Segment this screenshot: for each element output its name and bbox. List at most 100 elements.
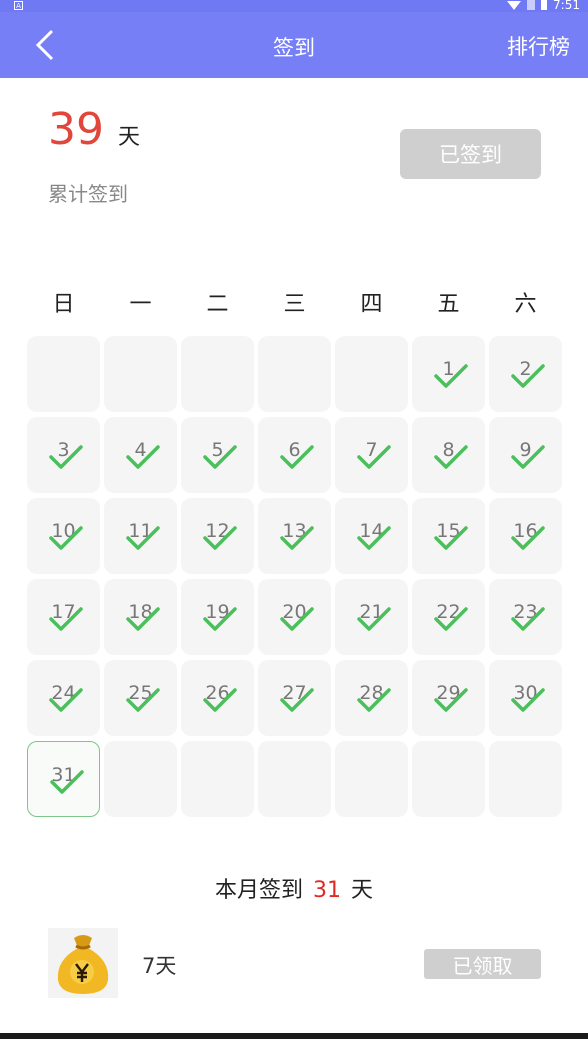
weekday-label: 三 [283,292,306,317]
calendar-day-cell[interactable]: 23 [489,579,562,655]
calendar-day-cell[interactable]: 28 [335,660,408,736]
calendar-day-cell[interactable]: 1 [412,336,485,412]
status-icons: 7:51 [507,0,580,12]
checkmark-icon [434,445,468,469]
wifi-icon [507,0,522,10]
checkmark-icon [434,688,468,712]
calendar-day-cell[interactable]: 16 [489,498,562,574]
calendar-empty-cell [104,336,177,412]
checkmark-icon [280,607,314,631]
calendar-day-cell[interactable]: 6 [258,417,331,493]
calendar-day-cell[interactable]: 15 [412,498,485,574]
calendar-day-cell[interactable]: 13 [258,498,331,574]
checkmark-icon [49,688,83,712]
calendar-empty-cell [181,336,254,412]
checkmark-icon [511,607,545,631]
reward-row: 7天 已领取 [0,928,588,1000]
calendar-day-cell[interactable]: 26 [181,660,254,736]
calendar-day-cell[interactable]: 20 [258,579,331,655]
weekday-label: 六 [514,292,537,317]
total-checkin-unit: 天 [118,125,141,150]
weekday-label: 日 [52,292,75,317]
checkmark-icon [49,526,83,550]
weekday-label: 五 [437,292,460,317]
calendar-empty-cell [335,741,408,817]
checkmark-icon [357,445,391,469]
checkmark-icon [357,526,391,550]
weekday-header: 日一二三四五六 [25,286,565,318]
status-time: 7:51 [553,0,580,12]
weekday-label: 四 [360,292,383,317]
checkmark-icon [50,770,84,794]
checkmark-icon [126,688,160,712]
calendar-day-cell[interactable]: 25 [104,660,177,736]
calendar-day-cell[interactable]: 24 [27,660,100,736]
month-checkin-summary: 本月签到 31 天 [0,872,588,904]
checkmark-icon [511,526,545,550]
calendar-empty-cell [258,741,331,817]
calendar-empty-cell [104,741,177,817]
notification-a-icon: A [14,1,23,10]
calendar-day-cell[interactable]: 29 [412,660,485,736]
signed-button[interactable]: 已签到 [400,129,541,179]
checkmark-icon [357,688,391,712]
status-bar: A 7:51 [0,0,588,12]
checkmark-icon [203,445,237,469]
calendar-empty-cell [412,741,485,817]
calendar-day-cell[interactable]: 3 [27,417,100,493]
ranking-button[interactable]: 排行榜 [507,31,570,61]
checkmark-icon [511,445,545,469]
checkmark-icon [511,364,545,388]
checkmark-icon [49,445,83,469]
calendar-empty-cell [27,336,100,412]
calendar-day-cell[interactable]: 17 [27,579,100,655]
calendar-day-cell[interactable]: 18 [104,579,177,655]
money-bag-icon [48,928,118,998]
month-checkin-unit: 天 [351,878,374,903]
calendar-empty-cell [489,741,562,817]
battery-icon [541,0,548,10]
calendar-day-cell[interactable]: 19 [181,579,254,655]
month-checkin-count: 31 [313,878,341,903]
checkmark-icon [203,688,237,712]
checkmark-icon [280,445,314,469]
checkmark-icon [434,364,468,388]
checkmark-icon [434,526,468,550]
total-checkin: 39 天 [48,104,140,155]
sim-icon [527,0,536,10]
bottom-edge [0,1033,588,1039]
calendar-empty-cell [258,336,331,412]
calendar-day-cell[interactable]: 10 [27,498,100,574]
total-checkin-label: 累计签到 [48,182,128,206]
checkmark-icon [126,607,160,631]
checkmark-icon [511,688,545,712]
calendar-day-cell[interactable]: 31 [27,741,100,817]
weekday-label: 一 [129,292,152,317]
checkmark-icon [357,607,391,631]
month-checkin-prefix: 本月签到 [214,878,303,903]
reward-label: 7天 [142,954,177,978]
calendar-day-cell[interactable]: 22 [412,579,485,655]
calendar-day-cell[interactable]: 30 [489,660,562,736]
calendar-empty-cell [181,741,254,817]
calendar-day-cell[interactable]: 5 [181,417,254,493]
checkmark-icon [203,526,237,550]
reward-claimed-button[interactable]: 已领取 [424,949,541,979]
total-checkin-count: 39 [48,104,104,155]
calendar-day-cell[interactable]: 12 [181,498,254,574]
calendar-day-cell[interactable]: 14 [335,498,408,574]
checkmark-icon [280,526,314,550]
calendar-day-cell[interactable]: 4 [104,417,177,493]
calendar-day-cell[interactable]: 2 [489,336,562,412]
calendar-day-cell[interactable]: 11 [104,498,177,574]
calendar-day-cell[interactable]: 8 [412,417,485,493]
calendar-day-cell[interactable]: 21 [335,579,408,655]
calendar-day-cell[interactable]: 7 [335,417,408,493]
calendar-empty-cell [335,336,408,412]
app-bar: 签到 排行榜 [0,12,588,78]
calendar-day-cell[interactable]: 9 [489,417,562,493]
checkmark-icon [126,445,160,469]
page-title: 签到 [273,36,315,60]
calendar-day-cell[interactable]: 27 [258,660,331,736]
calendar-grid: 1 2 3 4 5 6 7 8 9 10 11 12 13 14 15 16 17 18 19 20 21 22 23 24 2… [25,336,565,822]
